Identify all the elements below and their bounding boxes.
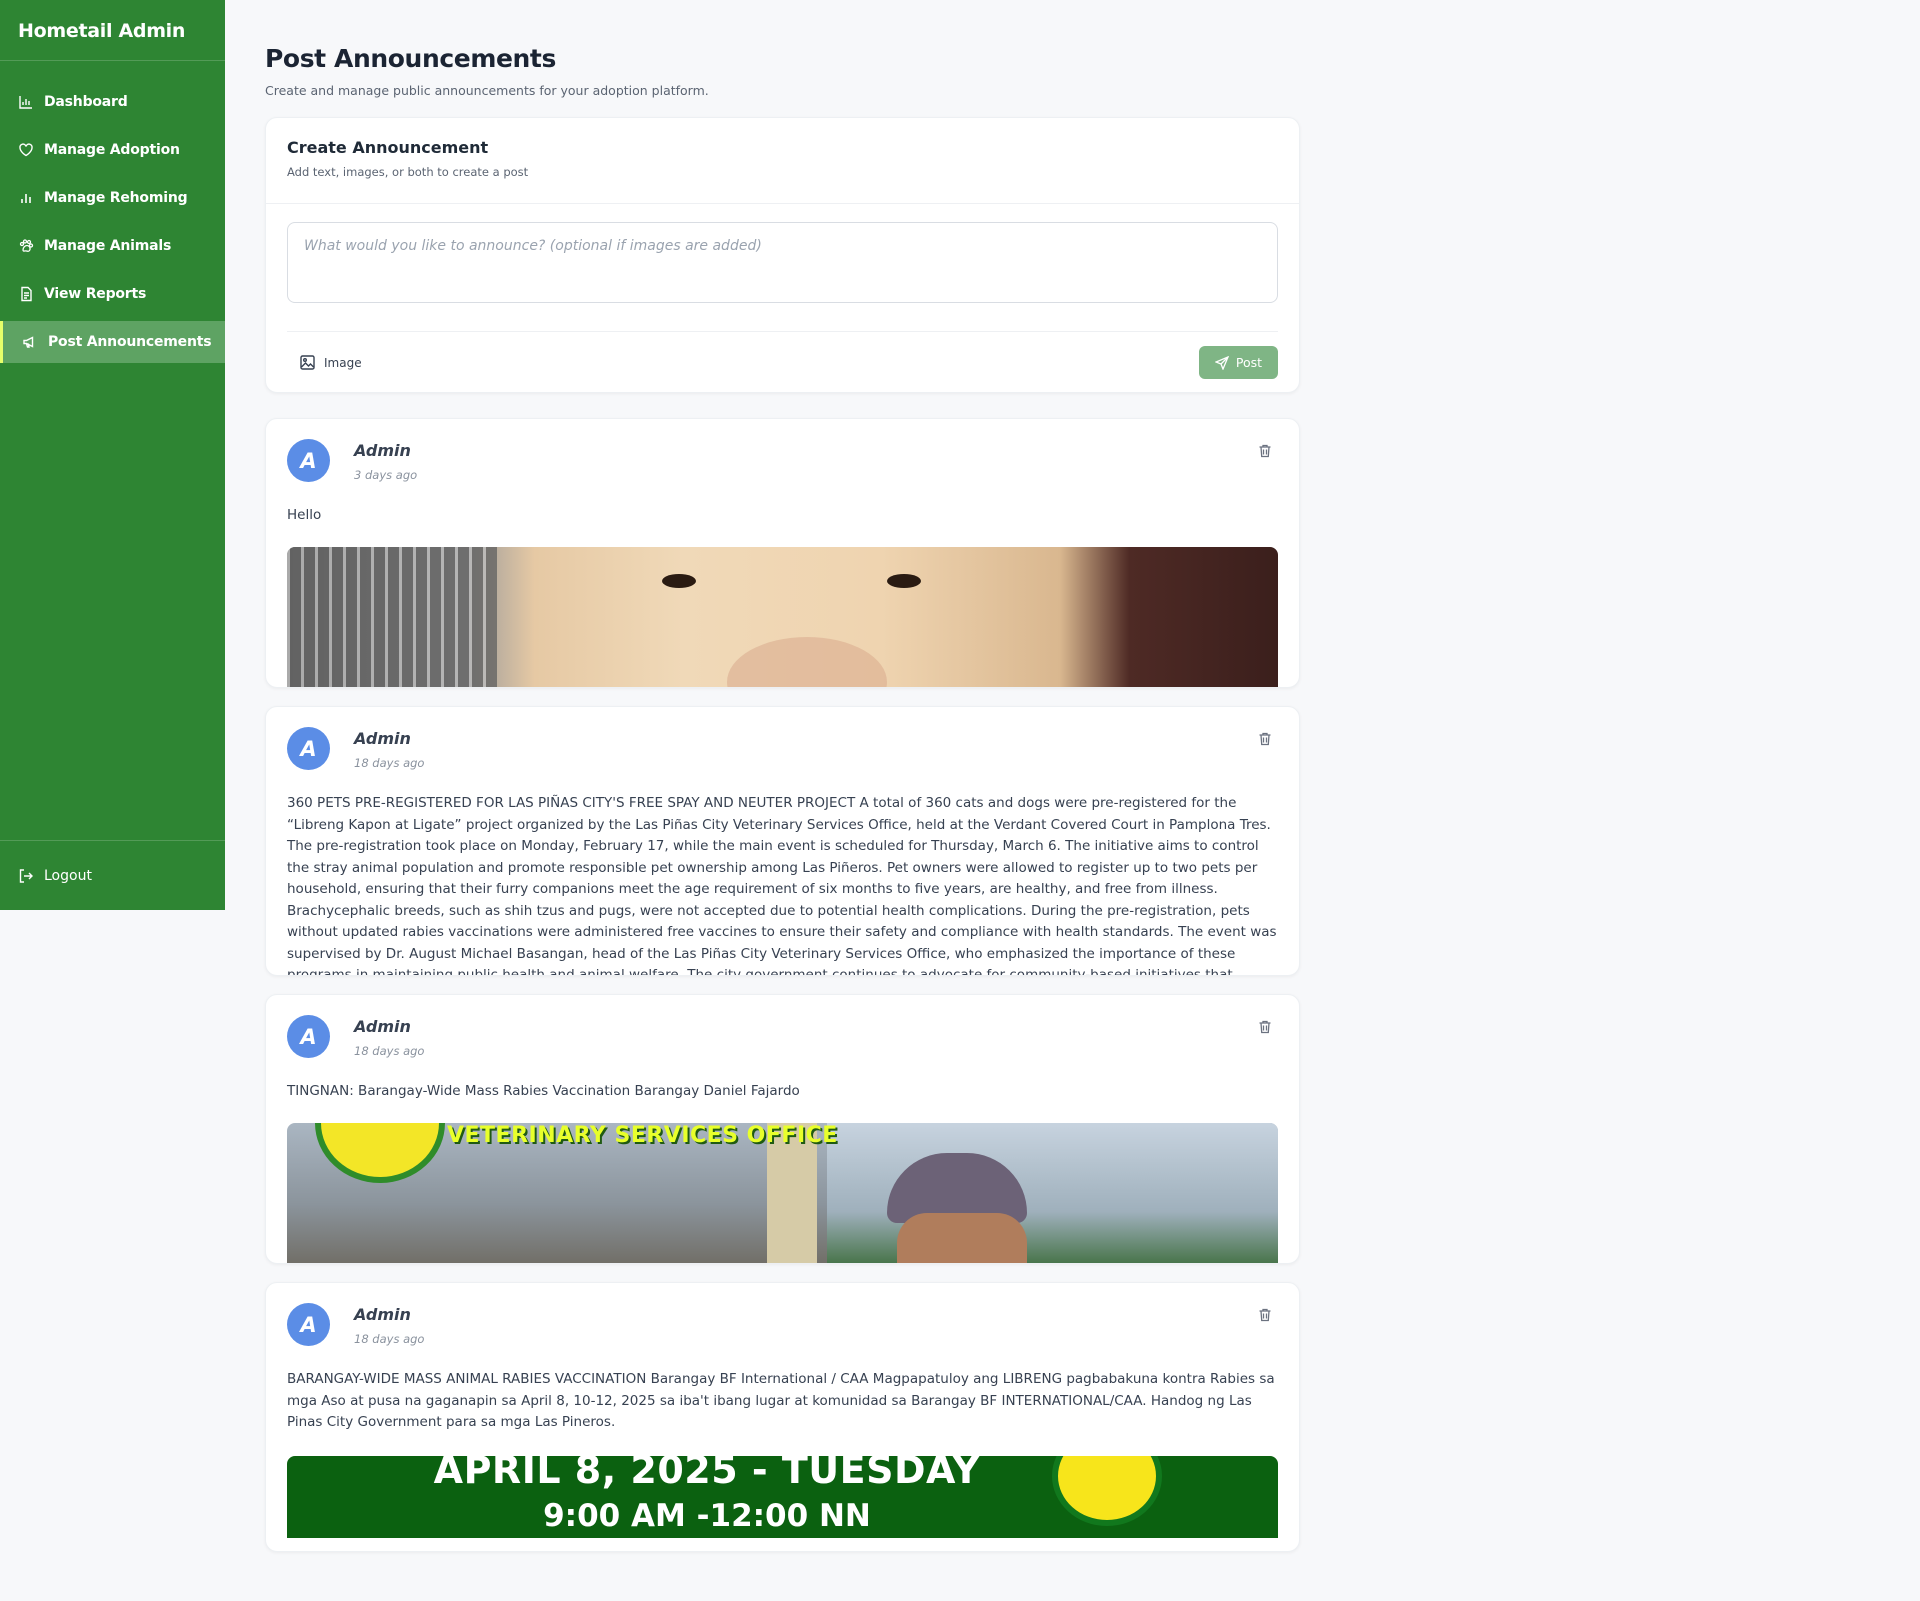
image-date-text: APRIL 8, 2025 - TUESDAY <box>433 1455 981 1492</box>
megaphone-icon <box>22 334 38 350</box>
page-title: Post Announcements <box>265 44 556 73</box>
dog-snout <box>727 636 887 687</box>
sidebar-item-label: Dashboard <box>44 94 128 110</box>
post-text: 360 PETS PRE-REGISTERED FOR LAS PIÑAS CI… <box>287 795 1277 976</box>
post-author: Admin <box>354 1017 411 1036</box>
sidebar-item-manage-adoption[interactable]: Manage Adoption <box>0 129 225 171</box>
create-actions: Image Post <box>287 331 1278 379</box>
post-text: Hello <box>287 507 322 523</box>
create-announcement-card: Create Announcement Add text, images, or… <box>265 117 1300 393</box>
post-image[interactable]: APRIL 8, 2025 - TUESDAY 9:00 AM -12:00 N… <box>287 1455 1278 1538</box>
paw-icon <box>18 238 34 254</box>
announcement-post: A Admin 18 days ago TINGNAN: Barangay-Wi… <box>265 994 1300 1264</box>
page-subtitle: Create and manage public announcements f… <box>265 83 709 98</box>
sidebar-item-view-reports[interactable]: View Reports <box>0 273 225 315</box>
announcement-input[interactable] <box>287 222 1278 303</box>
sidebar-item-label: Manage Adoption <box>44 142 180 158</box>
avatar: A <box>287 1015 330 1058</box>
sidebar-item-manage-animals[interactable]: Manage Animals <box>0 225 225 267</box>
sidebar-item-label: Manage Rehoming <box>44 190 188 206</box>
post-header: A Admin 18 days ago <box>266 995 1299 1075</box>
sidebar-item-post-announcements[interactable]: Post Announcements <box>0 321 225 363</box>
post-author: Admin <box>354 1305 411 1324</box>
post-image[interactable] <box>287 546 1278 687</box>
chart-icon <box>18 94 34 110</box>
image-icon <box>299 354 316 371</box>
avatar: A <box>287 439 330 482</box>
announcement-post: A Admin 18 days ago BARANGAY-WIDE MASS A… <box>265 1282 1300 1552</box>
dog-eye <box>662 573 696 588</box>
post-author: Admin <box>354 441 411 460</box>
post-image[interactable]: VETERINARY SERVICES OFFICE <box>287 1122 1278 1263</box>
logout-button[interactable]: Logout <box>0 840 225 910</box>
main-content: Post Announcements Create and manage pub… <box>265 0 1300 1552</box>
post-time: 18 days ago <box>354 1044 425 1058</box>
send-icon <box>1214 355 1229 370</box>
post-author: Admin <box>354 729 411 748</box>
post-time: 3 days ago <box>354 468 418 482</box>
sidebar-item-label: Post Announcements <box>48 334 212 350</box>
sidebar-item-label: Manage Animals <box>44 238 172 254</box>
create-announcement-header: Create Announcement Add text, images, or… <box>266 118 1299 204</box>
post-time: 18 days ago <box>354 1332 425 1346</box>
post-header: A Admin 18 days ago <box>266 1283 1299 1363</box>
document-icon <box>18 286 34 302</box>
trash-icon[interactable] <box>1257 443 1273 459</box>
image-time-text: 9:00 AM -12:00 NN <box>543 1497 871 1534</box>
post-text: TINGNAN: Barangay-Wide Mass Rabies Vacci… <box>287 1083 800 1099</box>
app-title: Hometail Admin <box>0 0 225 61</box>
trash-icon[interactable] <box>1257 1307 1273 1323</box>
dog-eye <box>887 573 921 588</box>
dog-photo <box>287 546 1278 687</box>
avatar: A <box>287 727 330 770</box>
sidebar-nav: Dashboard Manage Adoption Manage Rehomin… <box>0 61 225 363</box>
photo-banner: VETERINARY SERVICES OFFICE <box>447 1122 838 1148</box>
cage-bars <box>287 546 497 687</box>
post-header: A Admin 18 days ago <box>266 707 1299 787</box>
announcement-post: A Admin 18 days ago 360 PETS PRE-REGISTE… <box>265 706 1300 976</box>
post-time: 18 days ago <box>354 756 425 770</box>
add-image-label: Image <box>324 355 362 370</box>
add-image-button[interactable]: Image <box>287 354 362 371</box>
logout-icon <box>18 868 34 884</box>
photo-face <box>897 1212 1027 1263</box>
post-header: A Admin 3 days ago <box>266 419 1299 499</box>
april-schedule-image: APRIL 8, 2025 - TUESDAY 9:00 AM -12:00 N… <box>287 1455 1278 1538</box>
sidebar-item-label: View Reports <box>44 286 147 302</box>
post-button[interactable]: Post <box>1199 346 1278 379</box>
post-button-label: Post <box>1235 355 1263 370</box>
office-seal <box>315 1122 445 1183</box>
post-text: BARANGAY-WIDE MASS ANIMAL RABIES VACCINA… <box>287 1371 1275 1430</box>
create-announcement-title: Create Announcement <box>287 138 489 157</box>
trash-icon[interactable] <box>1257 731 1273 747</box>
bar-chart-icon <box>18 190 34 206</box>
create-announcement-subtitle: Add text, images, or both to create a po… <box>287 165 529 179</box>
announcement-post: A Admin 3 days ago Hello <box>265 418 1300 688</box>
heart-icon <box>18 142 34 158</box>
logout-label: Logout <box>44 867 92 884</box>
sidebar: Hometail Admin Dashboard Manage Adoption… <box>0 0 225 910</box>
trash-icon[interactable] <box>1257 1019 1273 1035</box>
sidebar-item-dashboard[interactable]: Dashboard <box>0 81 225 123</box>
announcement-input-wrap <box>266 204 1299 307</box>
sidebar-item-manage-rehoming[interactable]: Manage Rehoming <box>0 177 225 219</box>
vaccination-photo: VETERINARY SERVICES OFFICE <box>287 1122 1278 1263</box>
avatar: A <box>287 1303 330 1346</box>
